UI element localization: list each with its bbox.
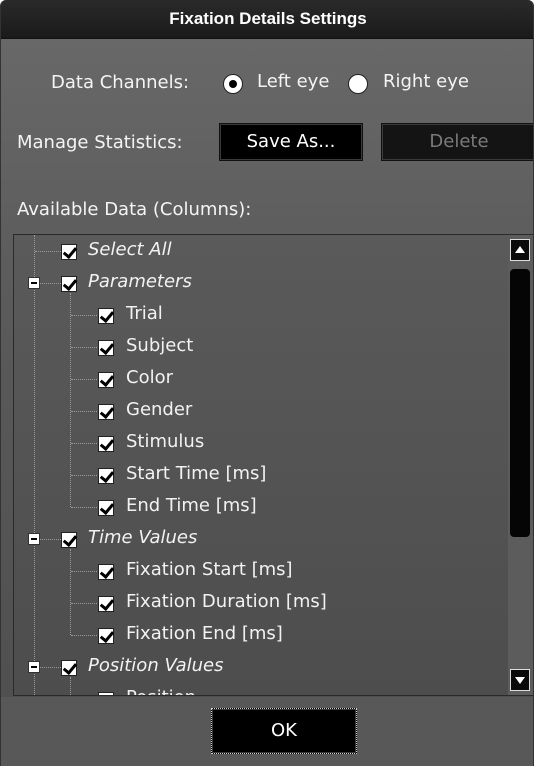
left-eye-label[interactable]: Left eye: [257, 71, 329, 92]
tree-connector: [71, 315, 97, 316]
manage-statistics-label: Manage Statistics:: [17, 132, 183, 153]
fixation-details-dialog: Fixation Details Settings Data Channels:…: [0, 0, 534, 766]
tree-connector: [71, 603, 97, 604]
fixation-start-checkbox[interactable]: [98, 564, 114, 580]
subject-label[interactable]: Subject: [126, 335, 193, 356]
save-as-button[interactable]: Save As...: [219, 123, 363, 161]
right-eye-label[interactable]: Right eye: [383, 71, 469, 92]
collapse-icon[interactable]: [28, 533, 40, 545]
tree-scrollbar[interactable]: [508, 235, 533, 695]
arrow-up-icon: [515, 246, 525, 253]
stimulus-checkbox[interactable]: [98, 436, 114, 452]
window-title: Fixation Details Settings: [169, 9, 367, 28]
arrow-down-icon: [515, 677, 525, 684]
stimulus-label[interactable]: Stimulus: [126, 431, 204, 452]
tree-connector: [71, 571, 97, 572]
gender-label[interactable]: Gender: [126, 399, 192, 420]
fixation-duration-label[interactable]: Fixation Duration [ms]: [126, 591, 327, 612]
position-label[interactable]: Position: [126, 687, 196, 695]
select-all-label[interactable]: Select All: [88, 239, 172, 260]
color-checkbox[interactable]: [98, 372, 114, 388]
tree-connector: [35, 251, 61, 252]
collapse-icon[interactable]: [28, 277, 40, 289]
parameters-checkbox[interactable]: [61, 276, 77, 292]
parameters-label[interactable]: Parameters: [88, 271, 192, 292]
trial-label[interactable]: Trial: [126, 303, 163, 324]
ok-button[interactable]: OK: [211, 708, 357, 754]
tree-connector: [71, 443, 97, 444]
start-time-label[interactable]: Start Time [ms]: [126, 463, 266, 484]
collapse-icon[interactable]: [28, 661, 40, 673]
fixation-start-label[interactable]: Fixation Start [ms]: [126, 559, 293, 580]
position-values-checkbox[interactable]: [61, 660, 77, 676]
fixation-end-checkbox[interactable]: [98, 628, 114, 644]
select-all-checkbox[interactable]: [61, 244, 77, 260]
tree-connector: [71, 347, 97, 348]
columns-tree[interactable]: Select All Parameters Trial Subject Colo…: [13, 234, 533, 696]
start-time-checkbox[interactable]: [98, 468, 114, 484]
tree-connector: [34, 235, 35, 695]
subject-checkbox[interactable]: [98, 340, 114, 356]
fixation-end-label[interactable]: Fixation End [ms]: [126, 623, 283, 644]
tree-connector: [70, 677, 71, 695]
tree-connector: [71, 635, 97, 636]
color-label[interactable]: Color: [126, 367, 173, 388]
position-values-label[interactable]: Position Values: [88, 655, 224, 676]
title-bar[interactable]: Fixation Details Settings: [1, 0, 533, 39]
scroll-down-button[interactable]: [510, 669, 530, 691]
gender-checkbox[interactable]: [98, 404, 114, 420]
trial-checkbox[interactable]: [98, 308, 114, 324]
delete-button[interactable]: Delete: [381, 123, 533, 161]
left-eye-radio[interactable]: [223, 74, 243, 94]
dialog-footer: OK: [1, 697, 533, 766]
position-checkbox[interactable]: [98, 692, 114, 695]
end-time-label[interactable]: End Time [ms]: [126, 495, 257, 516]
end-time-checkbox[interactable]: [98, 500, 114, 516]
time-values-checkbox[interactable]: [61, 532, 77, 548]
tree-connector: [71, 379, 97, 380]
fixation-duration-checkbox[interactable]: [98, 596, 114, 612]
tree-connector: [71, 507, 97, 508]
scroll-up-button[interactable]: [510, 239, 530, 261]
data-channels-label: Data Channels:: [51, 72, 190, 93]
available-data-label: Available Data (Columns):: [17, 199, 252, 220]
tree-connector: [70, 549, 71, 635]
scroll-thumb[interactable]: [510, 269, 530, 537]
tree-connector: [71, 475, 97, 476]
tree-connector: [71, 411, 97, 412]
right-eye-radio[interactable]: [348, 74, 368, 94]
time-values-label[interactable]: Time Values: [88, 527, 197, 548]
